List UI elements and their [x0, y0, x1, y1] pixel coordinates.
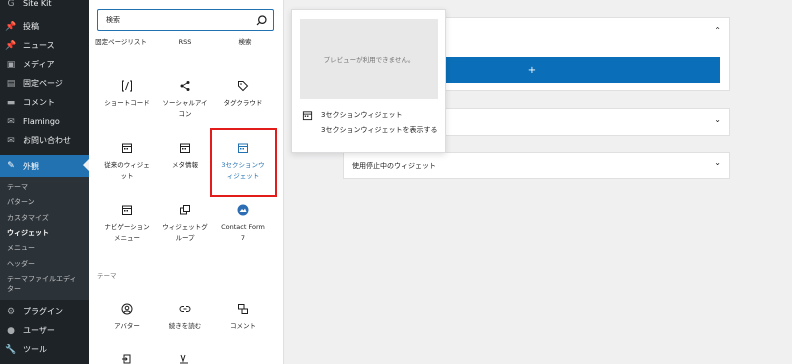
- comments-icon: [238, 304, 248, 314]
- submenu-menus[interactable]: メニュー: [7, 243, 85, 253]
- page-icon: ▤: [6, 78, 16, 89]
- sidebar-item-label: プラグイン: [23, 307, 63, 316]
- block-avatar[interactable]: アバター: [95, 303, 159, 332]
- preview-placeholder: プレビューが利用できません。: [300, 19, 438, 99]
- wrench-icon: 🔧: [5, 344, 17, 355]
- sidebar-item-label: ツール: [23, 345, 47, 354]
- calendar-icon: [302, 111, 313, 121]
- admin-sidebar: G Site Kit 📌 投稿 📌 ニュース ▣ メディア ▤ 固定ページ ▬ …: [0, 0, 89, 364]
- sidebar-item-label: Flamingo: [23, 117, 60, 126]
- submenu-patterns[interactable]: パターン: [7, 197, 85, 207]
- chevron-down-icon[interactable]: ⌄: [714, 115, 721, 124]
- sidebar-item-flamingo[interactable]: ✉ Flamingo: [0, 112, 89, 131]
- block-shortcode[interactable]: ショートコード: [95, 80, 159, 109]
- sidebar-item-label: 外観: [23, 161, 39, 171]
- submenu-header[interactable]: ヘッダー: [7, 259, 85, 269]
- sidebar-item-appearance[interactable]: ✎ 外観: [0, 155, 89, 177]
- selected-block-highlight: [210, 128, 277, 197]
- calendar-icon: [122, 143, 132, 153]
- group-icon: [180, 205, 190, 215]
- block-widget-group[interactable]: ウィジェットグ ループ: [153, 204, 217, 244]
- sidebar-item-tools[interactable]: 🔧 ツール: [0, 340, 89, 359]
- sidebar-item-media[interactable]: ▣ メディア: [0, 55, 89, 74]
- sidebar-item-contact[interactable]: ✉ お問い合わせ: [0, 131, 89, 150]
- link-icon: [179, 306, 191, 312]
- submenu-widgets[interactable]: ウィジェット: [7, 228, 85, 238]
- block-page-list[interactable]: 固定ページリスト: [89, 37, 153, 48]
- share-icon: [180, 81, 190, 91]
- shortcode-icon: [122, 80, 132, 92]
- submenu-theme-editor-line1: テーマファイルエディ: [7, 275, 77, 283]
- sidebar-item-label: 固定ページ: [23, 79, 63, 88]
- pin-icon: 📌: [5, 21, 17, 32]
- calendar-icon: [180, 143, 190, 153]
- appearance-submenu: テーマ パターン カスタマイズ ウィジェット メニュー ヘッダー テーマファイル…: [0, 177, 89, 300]
- text-icon[interactable]: [179, 354, 189, 364]
- block-preview-popover: プレビューが利用できません。 3セクションウィジェット 3セクションウィジェット…: [291, 9, 446, 153]
- block-social-icons[interactable]: ソーシャルアイ コン: [153, 80, 217, 120]
- sidebar-item-pages[interactable]: ▤ 固定ページ: [0, 74, 89, 93]
- contact-form-icon: [237, 204, 249, 216]
- block-search-input[interactable]: [104, 15, 254, 25]
- submenu-customize[interactable]: カスタマイズ: [7, 213, 85, 223]
- sidebar-item-label: ユーザー: [23, 326, 55, 335]
- brush-icon: ✎: [7, 161, 15, 171]
- block-comments[interactable]: コメント: [211, 303, 275, 332]
- tag-icon: [238, 81, 249, 92]
- login-icon[interactable]: [121, 354, 131, 364]
- mail-icon: ✉: [7, 116, 15, 127]
- sidebar-item-label: Site Kit: [23, 0, 52, 8]
- site-kit-icon: G: [7, 0, 15, 9]
- sidebar-item-posts[interactable]: 📌 投稿: [0, 17, 89, 36]
- sidebar-item-comments[interactable]: ▬ コメント: [0, 93, 89, 112]
- block-navigation-menu[interactable]: ナビゲーション メニュー: [95, 204, 159, 244]
- sidebar-item-news[interactable]: 📌 ニュース: [0, 36, 89, 55]
- search-icon[interactable]: [255, 14, 268, 27]
- sidebar-item-plugins[interactable]: ⚙ プラグイン: [0, 302, 89, 321]
- block-tag-cloud[interactable]: タグクラウド: [211, 80, 275, 109]
- inactive-widgets-title: 使用停止中のウィジェット: [352, 162, 436, 170]
- block-search-widget[interactable]: 検索: [213, 37, 277, 48]
- chevron-down-icon[interactable]: ⌄: [714, 158, 721, 167]
- sidebar-item-label: メディア: [23, 60, 55, 69]
- block-rss[interactable]: RSS: [153, 37, 217, 48]
- chevron-up-icon[interactable]: ⌃: [714, 26, 721, 35]
- add-symbol: +: [527, 64, 537, 76]
- calendar-icon: [122, 205, 132, 215]
- plugin-icon: ⚙: [6, 306, 16, 317]
- user-icon: ●: [7, 325, 15, 336]
- theme-section-label: テーマ: [97, 272, 117, 280]
- preview-title: 3セクションウィジェット: [321, 111, 403, 119]
- submenu-theme-editor-line2: ター: [7, 285, 21, 293]
- sidebar-item-label: コメント: [23, 98, 55, 107]
- sidebar-item-site-kit[interactable]: G Site Kit: [0, 0, 89, 13]
- block-meta[interactable]: メタ情報: [153, 142, 217, 171]
- avatar-icon: [121, 303, 133, 315]
- block-read-more[interactable]: 続きを読む: [153, 303, 217, 332]
- sidebar-item-label: 投稿: [23, 22, 39, 31]
- comment-icon: ▬: [6, 97, 16, 108]
- preview-description: 3セクションウィジェットを表示する: [321, 126, 438, 134]
- sidebar-item-label: お問い合わせ: [23, 136, 71, 145]
- media-icon: ▣: [6, 59, 16, 70]
- submenu-themes[interactable]: テーマ: [7, 182, 85, 192]
- sidebar-item-users[interactable]: ● ユーザー: [0, 321, 89, 340]
- sidebar-item-label: ニュース: [23, 41, 55, 50]
- submenu-theme-editor[interactable]: テーマファイルエディ ター: [7, 274, 85, 294]
- block-contact-form-7[interactable]: Contact Form 7: [211, 204, 275, 244]
- mail-icon: ✉: [7, 135, 15, 146]
- pin-icon: 📌: [5, 40, 17, 51]
- block-search[interactable]: [97, 9, 274, 31]
- block-legacy-widget[interactable]: 従来のウィジェ ット: [95, 142, 159, 182]
